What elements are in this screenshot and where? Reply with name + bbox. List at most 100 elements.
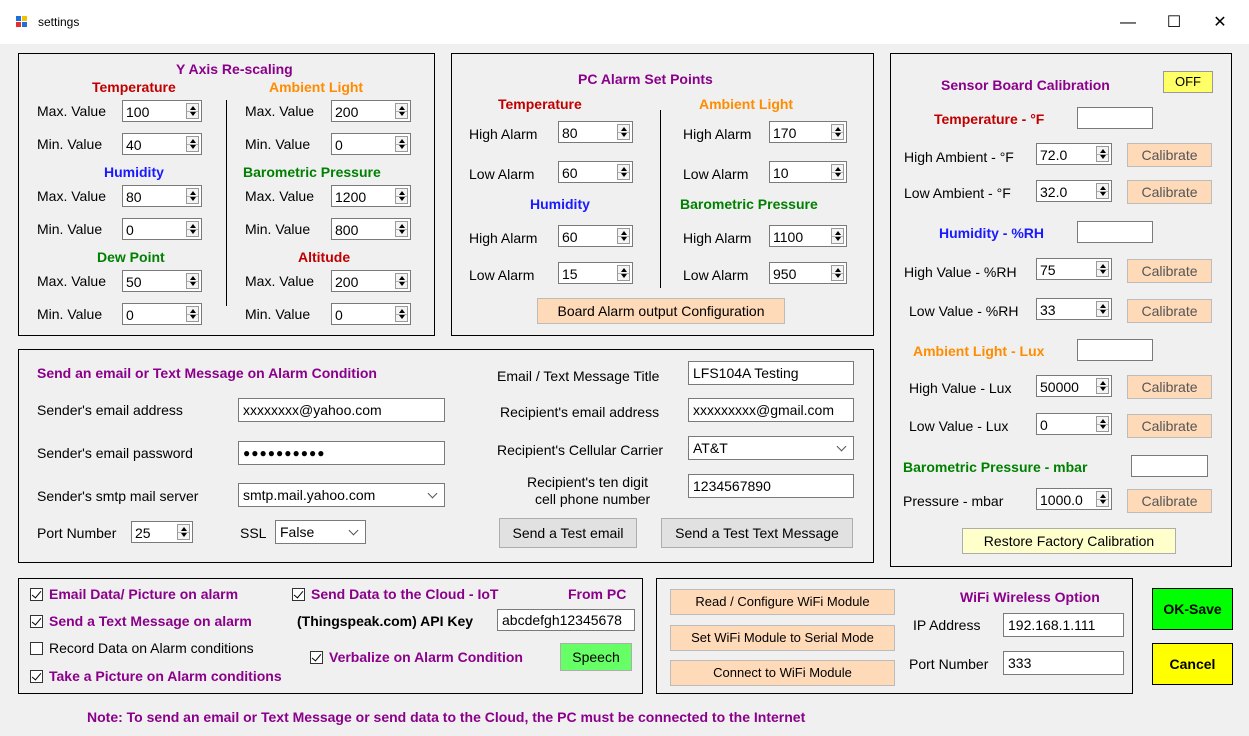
spinner-arrows-icon[interactable] [831,164,844,180]
spinner-arrows-icon[interactable] [831,124,844,140]
spinner-arrows-icon[interactable] [831,228,844,244]
pc-temp-low-spinner[interactable]: 60 [558,161,633,183]
cal-temp-high-spinner[interactable]: 72.0 [1036,143,1112,165]
speech-button[interactable]: Speech [560,643,632,671]
pc-baro-high-spinner[interactable]: 1100 [769,225,847,247]
close-button[interactable]: ✕ [1197,8,1243,38]
cal-light-low-spinner[interactable]: 0 [1036,413,1112,435]
y-temp-max-spinner[interactable]: 100 [122,100,202,122]
spinner-arrows-icon[interactable] [186,188,199,204]
pc-hum-low-spinner[interactable]: 15 [558,262,633,284]
cal-light-readout[interactable] [1077,339,1153,361]
spinner-arrows-icon[interactable] [1096,491,1109,507]
spinner-arrows-icon[interactable] [1096,378,1109,394]
smtp-server-combobox[interactable]: smtp.mail.yahoo.com [238,483,445,507]
internet-note: Note: To send an email or Text Message o… [87,709,806,725]
checkbox-checked-icon[interactable] [30,588,43,601]
port-number-spinner[interactable]: 25 [131,521,193,543]
cal-temp-low-spinner[interactable]: 32.0 [1036,180,1112,202]
calibrate-pressure-button[interactable]: Calibrate [1127,489,1212,513]
pc-light-low-spinner[interactable]: 10 [769,161,847,183]
carrier-combobox[interactable]: AT&T [688,436,854,460]
y-temp-min-spinner[interactable]: 40 [122,133,202,155]
y-hum-max-label: Max. Value [37,188,106,204]
spinner-arrows-icon[interactable] [395,188,408,204]
y-dew-max-spinner[interactable]: 50 [122,270,202,292]
read-configure-wifi-button[interactable]: Read / Configure WiFi Module [670,589,895,615]
cal-light-high-spinner[interactable]: 50000 [1036,375,1112,397]
api-key-input[interactable]: abcdefgh12345678 [497,609,635,631]
cal-hum-readout[interactable] [1077,221,1153,243]
cancel-button[interactable]: Cancel [1152,643,1233,685]
pc-hum-high-spinner[interactable]: 60 [558,225,633,247]
ssl-combobox[interactable]: False [275,520,366,544]
y-baro-min-spinner[interactable]: 800 [331,218,411,240]
calibration-state-indicator[interactable]: OFF [1163,71,1213,93]
calibrate-light-low-button[interactable]: Calibrate [1127,414,1212,438]
cal-hum-low-spinner[interactable]: 33 [1036,298,1112,320]
spinner-arrows-icon[interactable] [617,265,630,281]
maximize-button[interactable]: ☐ [1151,8,1197,38]
y-baro-max-spinner[interactable]: 1200 [331,185,411,207]
spinner-arrows-icon[interactable] [395,103,408,119]
minimize-button[interactable]: — [1105,8,1151,38]
spinner-arrows-icon[interactable] [1096,183,1109,199]
spinner-arrows-icon[interactable] [1096,146,1109,162]
y-hum-min-spinner[interactable]: 0 [122,218,202,240]
sender-password-input[interactable]: ●●●●●●●●●● [238,441,445,465]
wifi-port-input[interactable]: 333 [1003,651,1124,675]
spinner-arrows-icon[interactable] [186,136,199,152]
phone-number-input[interactable]: 1234567890 [688,474,854,498]
send-test-email-button[interactable]: Send a Test email [499,518,637,548]
y-alt-min-spinner[interactable]: 0 [331,303,411,325]
calibrate-light-high-button[interactable]: Calibrate [1127,375,1212,399]
spinner-arrows-icon[interactable] [395,221,408,237]
spinner-arrows-icon[interactable] [186,103,199,119]
spinner-arrows-icon[interactable] [395,273,408,289]
calibrate-temp-low-button[interactable]: Calibrate [1127,180,1212,204]
recipient-email-input[interactable]: xxxxxxxxx@gmail.com [688,398,854,422]
spinner-arrows-icon[interactable] [186,221,199,237]
spinner-arrows-icon[interactable] [617,164,630,180]
cal-hum-high-spinner[interactable]: 75 [1036,258,1112,280]
spinner-arrows-icon[interactable] [186,273,199,289]
calibrate-hum-high-button[interactable]: Calibrate [1127,259,1212,283]
checkbox-checked-icon[interactable] [30,615,43,628]
cal-pressure-readout[interactable] [1131,455,1208,477]
calibrate-hum-low-button[interactable]: Calibrate [1127,299,1212,323]
cal-pressure-spinner[interactable]: 1000.0 [1036,488,1112,510]
spinner-arrows-icon[interactable] [617,124,630,140]
calibrate-temp-high-button[interactable]: Calibrate [1127,143,1212,167]
spinner-arrows-icon[interactable] [186,306,199,322]
restore-factory-calibration-button[interactable]: Restore Factory Calibration [962,528,1176,554]
board-alarm-config-button[interactable]: Board Alarm output Configuration [537,298,785,324]
send-test-text-button[interactable]: Send a Test Text Message [661,518,853,548]
spinner-arrows-icon[interactable] [395,306,408,322]
cal-temp-readout[interactable] [1077,107,1153,129]
spinner-arrows-icon[interactable] [831,265,844,281]
spinner-arrows-icon[interactable] [1096,301,1109,317]
spinner-arrows-icon[interactable] [1096,416,1109,432]
checkbox-checked-icon[interactable] [30,670,43,683]
y-hum-max-spinner[interactable]: 80 [122,185,202,207]
connect-wifi-button[interactable]: Connect to WiFi Module [670,660,895,686]
y-light-max-spinner[interactable]: 200 [331,100,411,122]
y-dew-min-spinner[interactable]: 0 [122,303,202,325]
pc-baro-low-spinner[interactable]: 950 [769,262,847,284]
y-light-min-spinner[interactable]: 0 [331,133,411,155]
ok-save-button[interactable]: OK-Save [1152,588,1233,630]
spinner-arrows-icon[interactable] [177,524,190,540]
spinner-arrows-icon[interactable] [617,228,630,244]
set-wifi-serial-button[interactable]: Set WiFi Module to Serial Mode [670,625,895,651]
spinner-arrows-icon[interactable] [395,136,408,152]
ip-address-input[interactable]: 192.168.1.111 [1003,613,1124,637]
checkbox-unchecked-icon[interactable] [30,642,43,655]
message-title-input[interactable]: LFS104A Testing [688,361,854,385]
y-alt-max-spinner[interactable]: 200 [331,270,411,292]
checkbox-checked-icon[interactable] [292,588,305,601]
sender-email-input[interactable]: xxxxxxxx@yahoo.com [238,398,445,422]
spinner-arrows-icon[interactable] [1096,261,1109,277]
pc-temp-high-spinner[interactable]: 80 [558,121,633,143]
pc-light-high-spinner[interactable]: 170 [769,121,847,143]
checkbox-checked-icon[interactable] [310,651,323,664]
